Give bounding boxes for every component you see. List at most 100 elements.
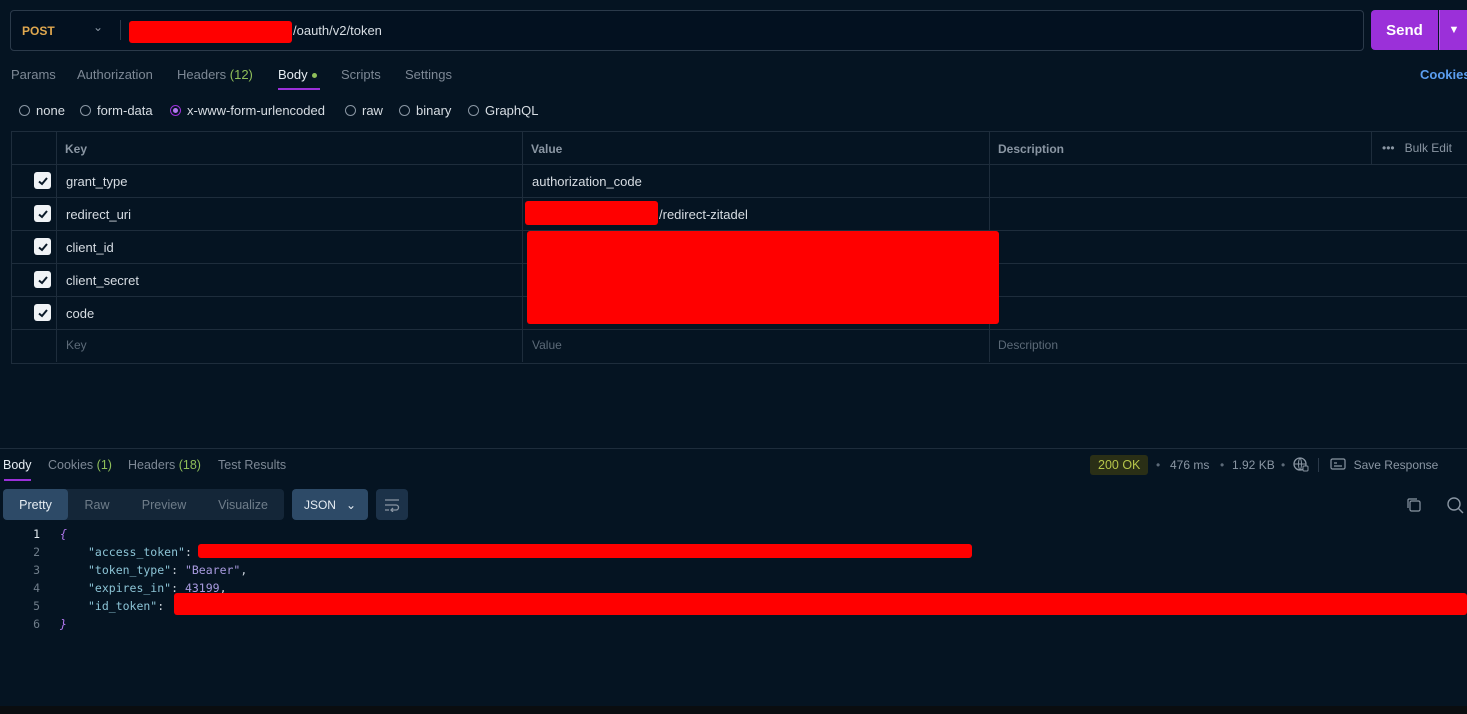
- radio-circle: [345, 105, 356, 116]
- radio-label: x-www-form-urlencoded: [187, 103, 325, 118]
- radio-circle: [80, 105, 91, 116]
- radio-urlencoded[interactable]: x-www-form-urlencoded: [170, 103, 325, 118]
- line-number: 1: [33, 527, 40, 541]
- send-options-button[interactable]: ▼: [1439, 10, 1467, 50]
- format-select[interactable]: JSON ⌄: [292, 489, 368, 520]
- network-globe-icon[interactable]: [1293, 456, 1309, 475]
- radio-circle: [399, 105, 410, 116]
- redacted-value: [525, 201, 658, 225]
- tab-label: Cookies: [48, 458, 94, 472]
- response-tab-body[interactable]: Body: [3, 458, 32, 472]
- response-tab-test-results[interactable]: Test Results: [218, 458, 286, 472]
- save-response-button[interactable]: Save Response: [1330, 457, 1438, 474]
- pane-divider[interactable]: [0, 448, 1467, 449]
- response-size[interactable]: 1.92 KB: [1232, 458, 1275, 472]
- code-line-token-type: "token_type": "Bearer",: [88, 563, 248, 577]
- line-number: 4: [33, 581, 40, 595]
- save-response-label: Save Response: [1353, 458, 1439, 472]
- row-key[interactable]: grant_type: [66, 174, 127, 189]
- code-line-id-token: "id_token":: [88, 599, 172, 613]
- row-value[interactable]: /redirect-zitadel: [659, 207, 748, 222]
- code-open-brace: {: [60, 527, 67, 541]
- radio-raw[interactable]: raw: [345, 103, 383, 118]
- view-visualize[interactable]: Visualize: [206, 489, 280, 520]
- tab-count: (18): [178, 458, 201, 472]
- radio-none[interactable]: none: [19, 103, 65, 118]
- radio-graphql[interactable]: GraphQL: [468, 103, 538, 118]
- redacted-access-token: [198, 544, 972, 558]
- tab-headers[interactable]: Headers (12): [177, 67, 253, 82]
- tab-body[interactable]: Body: [278, 67, 317, 82]
- code-close-brace: }: [60, 617, 67, 631]
- response-tab-headers[interactable]: Headers (18): [128, 458, 201, 472]
- tab-authorization[interactable]: Authorization: [77, 67, 153, 82]
- send-button[interactable]: Send: [1371, 10, 1438, 50]
- header-value: Value: [531, 142, 563, 156]
- search-icon[interactable]: [1446, 496, 1464, 517]
- code-line-access-token: "access_token":: [88, 545, 192, 559]
- meta-divider: [1318, 458, 1319, 472]
- chevron-down-icon[interactable]: ⌄: [93, 20, 103, 34]
- col-divider: [1371, 131, 1372, 164]
- tab-params[interactable]: Params: [11, 67, 56, 82]
- row-key[interactable]: client_id: [66, 240, 114, 255]
- redacted-host: [129, 21, 292, 43]
- radio-form-data[interactable]: form-data: [80, 103, 153, 118]
- separator-dot: •: [1156, 458, 1161, 472]
- view-raw[interactable]: Raw: [70, 489, 124, 520]
- response-tab-cookies[interactable]: Cookies (1): [48, 458, 112, 472]
- row-value[interactable]: authorization_code: [532, 174, 642, 189]
- new-value-input[interactable]: Value: [532, 338, 562, 352]
- line-number: 2: [33, 545, 40, 559]
- check-icon: [37, 308, 48, 317]
- row-checkbox[interactable]: [34, 271, 51, 288]
- radio-binary[interactable]: binary: [399, 103, 451, 118]
- row-checkbox[interactable]: [34, 172, 51, 189]
- json-string: "Bearer": [184, 563, 241, 577]
- view-pretty[interactable]: Pretty: [3, 489, 68, 520]
- radio-circle-selected: [170, 105, 181, 116]
- header-key: Key: [65, 142, 88, 156]
- save-icon: [1330, 457, 1346, 474]
- status-badge[interactable]: 200 OK: [1090, 455, 1149, 475]
- check-icon: [37, 176, 48, 185]
- col-divider: [56, 131, 57, 362]
- radio-label: form-data: [97, 103, 153, 118]
- row-key[interactable]: redirect_uri: [66, 207, 131, 222]
- json-key: "access_token": [88, 545, 185, 559]
- body-indicator-dot: [311, 73, 317, 79]
- tab-scripts[interactable]: Scripts: [341, 67, 381, 82]
- tab-count: (1): [96, 458, 112, 472]
- response-time[interactable]: 476 ms: [1170, 458, 1209, 472]
- row-checkbox[interactable]: [34, 205, 51, 222]
- check-icon: [37, 209, 48, 218]
- radio-label: none: [36, 103, 65, 118]
- format-label: JSON: [303, 497, 336, 512]
- row-key[interactable]: client_secret: [66, 273, 139, 288]
- json-key: "id_token": [88, 599, 158, 613]
- redacted-secrets: [527, 231, 999, 324]
- redacted-id-token: [174, 593, 1467, 615]
- row-checkbox[interactable]: [34, 304, 51, 321]
- wrap-lines-button[interactable]: [376, 489, 408, 520]
- header-description: Description: [998, 142, 1065, 156]
- row-divider: [11, 197, 1467, 198]
- new-key-input[interactable]: Key: [66, 338, 87, 352]
- chevron-down-icon: ⌄: [345, 497, 357, 512]
- tab-settings[interactable]: Settings: [405, 67, 452, 82]
- new-description-input[interactable]: Description: [998, 338, 1058, 352]
- cookies-link[interactable]: Cookies: [1420, 67, 1467, 82]
- url-divider: [120, 20, 121, 40]
- url-input[interactable]: /oauth/v2/token: [293, 23, 382, 38]
- row-key[interactable]: code: [66, 306, 94, 321]
- col-divider: [522, 131, 523, 362]
- method-select[interactable]: POST: [22, 24, 55, 38]
- line-number: 5: [33, 599, 40, 613]
- check-icon: [37, 242, 48, 251]
- view-preview[interactable]: Preview: [130, 489, 198, 520]
- row-divider: [11, 164, 1467, 165]
- bulk-edit-button[interactable]: ••• Bulk Edit: [1382, 141, 1452, 155]
- copy-icon[interactable]: [1406, 497, 1422, 516]
- row-checkbox[interactable]: [34, 238, 51, 255]
- radio-label: GraphQL: [485, 103, 539, 118]
